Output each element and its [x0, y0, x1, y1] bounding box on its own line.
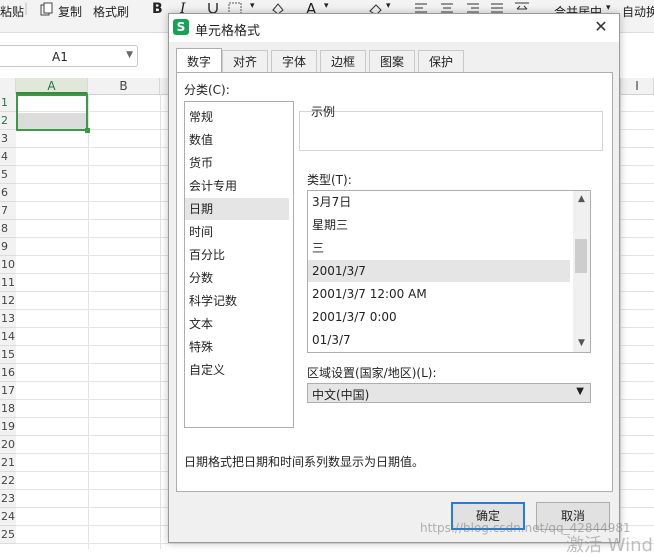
category-list[interactable]: 常规 数值 货币 会计专用 日期 时间 百分比 分数 科学记数 文本 特殊 自定…: [184, 101, 294, 428]
category-description: 日期格式把日期和时间系列数显示为日期值。: [184, 455, 425, 469]
type-item[interactable]: 三: [308, 237, 570, 259]
name-box-value: A1: [52, 50, 68, 64]
row-header[interactable]: 22: [0, 472, 16, 490]
chevron-down-icon[interactable]: ▼: [126, 50, 133, 60]
row-header[interactable]: 12: [0, 292, 16, 310]
tab-border[interactable]: 边框: [320, 50, 366, 72]
region-label: 区域设置(国家/地区)(L):: [307, 366, 437, 380]
dialog-titlebar[interactable]: S 单元格格式 ✕: [169, 14, 619, 42]
format-painter-button[interactable]: 格式刷: [93, 3, 129, 20]
row-header[interactable]: 3: [0, 130, 16, 148]
wps-logo-icon: S: [173, 19, 189, 35]
row-header[interactable]: 2: [0, 112, 16, 130]
row-header[interactable]: 14: [0, 328, 16, 346]
category-item[interactable]: 文本: [185, 313, 289, 335]
type-list-scrollbar[interactable]: ▲ ▼: [573, 191, 590, 352]
row-header[interactable]: 24: [0, 508, 16, 526]
tab-protection[interactable]: 保护: [418, 50, 464, 72]
type-list[interactable]: 3月7日 星期三 三 2001/3/7 2001/3/7 12:00 AM 20…: [307, 190, 591, 353]
type-item[interactable]: 3月7日: [308, 191, 570, 213]
caret-down-icon: ▼: [576, 386, 584, 397]
bold-button[interactable]: B: [152, 1, 163, 17]
column-header-i[interactable]: I: [620, 78, 654, 94]
toolbar-separator: |: [24, 1, 29, 15]
row-header[interactable]: 4: [0, 148, 16, 166]
row-header[interactable]: 9: [0, 238, 16, 256]
scrollbar-thumb[interactable]: [575, 239, 587, 273]
row-header[interactable]: 6: [0, 184, 16, 202]
row-header[interactable]: 10: [0, 256, 16, 274]
type-item-selected[interactable]: 2001/3/7: [308, 260, 570, 282]
row-header[interactable]: 23: [0, 490, 16, 508]
category-item[interactable]: 自定义: [185, 359, 289, 381]
dialog-title: 单元格格式: [195, 24, 261, 39]
category-item[interactable]: 百分比: [185, 244, 289, 266]
chevron-up-icon[interactable]: ▲: [573, 191, 590, 208]
gridline: [16, 543, 654, 544]
type-item[interactable]: 2001/3/7 12:00 AM: [308, 283, 570, 305]
selected-cell-a1[interactable]: [16, 94, 88, 131]
type-item[interactable]: 01/3/7: [308, 329, 570, 351]
column-header-b[interactable]: B: [88, 78, 160, 94]
category-item[interactable]: 特殊: [185, 336, 289, 358]
category-item[interactable]: 常规: [185, 106, 289, 128]
region-select[interactable]: 中文(中国) ▼: [307, 383, 591, 403]
gridline: [620, 94, 621, 549]
auto-wrap-button[interactable]: 自动换: [622, 3, 654, 20]
row-header[interactable]: 25: [0, 526, 16, 544]
row-header[interactable]: 13: [0, 310, 16, 328]
row-header[interactable]: 16: [0, 364, 16, 382]
row-header[interactable]: 5: [0, 166, 16, 184]
row-header[interactable]: 17: [0, 382, 16, 400]
tab-number[interactable]: 数字: [176, 48, 222, 72]
row-header[interactable]: 1: [0, 94, 16, 112]
copy-icon: [40, 2, 54, 16]
row-header[interactable]: 20: [0, 436, 16, 454]
category-item[interactable]: 数值: [185, 129, 289, 151]
category-item-selected[interactable]: 日期: [185, 198, 289, 220]
region-select-value: 中文(中国): [312, 388, 370, 402]
gridline: [160, 94, 161, 549]
row-header[interactable]: 19: [0, 418, 16, 436]
paste-button[interactable]: 粘贴: [0, 3, 24, 20]
row-header[interactable]: 7: [0, 202, 16, 220]
chevron-down-icon[interactable]: ▼: [573, 335, 590, 352]
format-cells-dialog: S 单元格格式 ✕ 数字 对齐 字体 边框 图案 保护 分类(C): 常规 数值…: [168, 13, 620, 543]
category-item[interactable]: 分数: [185, 267, 289, 289]
category-item[interactable]: 会计专用: [185, 175, 289, 197]
category-item[interactable]: 科学记数: [185, 290, 289, 312]
select-all-corner[interactable]: [0, 78, 16, 94]
close-icon[interactable]: ✕: [591, 17, 611, 37]
name-box[interactable]: A1 ▼: [0, 45, 138, 67]
selected-cell-a2[interactable]: [18, 113, 86, 129]
tab-alignment[interactable]: 对齐: [222, 50, 268, 72]
row-header[interactable]: 11: [0, 274, 16, 292]
copy-button[interactable]: 复制: [58, 3, 82, 20]
category-label: 分类(C):: [184, 83, 230, 97]
row-header[interactable]: 15: [0, 346, 16, 364]
type-item[interactable]: 星期三: [308, 214, 570, 236]
fill-handle[interactable]: [85, 128, 90, 133]
type-label: 类型(T):: [307, 173, 352, 187]
activate-windows-text: 激活 Wind: [566, 535, 653, 556]
row-header[interactable]: 8: [0, 220, 16, 238]
gridline: [88, 94, 89, 549]
row-header[interactable]: 18: [0, 400, 16, 418]
type-item[interactable]: 2001/3/7 0:00: [308, 306, 570, 328]
category-item[interactable]: 时间: [185, 221, 289, 243]
column-header-a[interactable]: A: [16, 78, 88, 94]
sample-box: [299, 111, 603, 151]
tab-font[interactable]: 字体: [271, 50, 317, 72]
sample-label: 示例: [311, 105, 336, 119]
category-item[interactable]: 货币: [185, 152, 289, 174]
row-header[interactable]: 21: [0, 454, 16, 472]
number-tab-panel: 分类(C): 常规 数值 货币 会计专用 日期 时间 百分比 分数 科学记数 文…: [176, 72, 613, 492]
tab-pattern[interactable]: 图案: [369, 50, 415, 72]
